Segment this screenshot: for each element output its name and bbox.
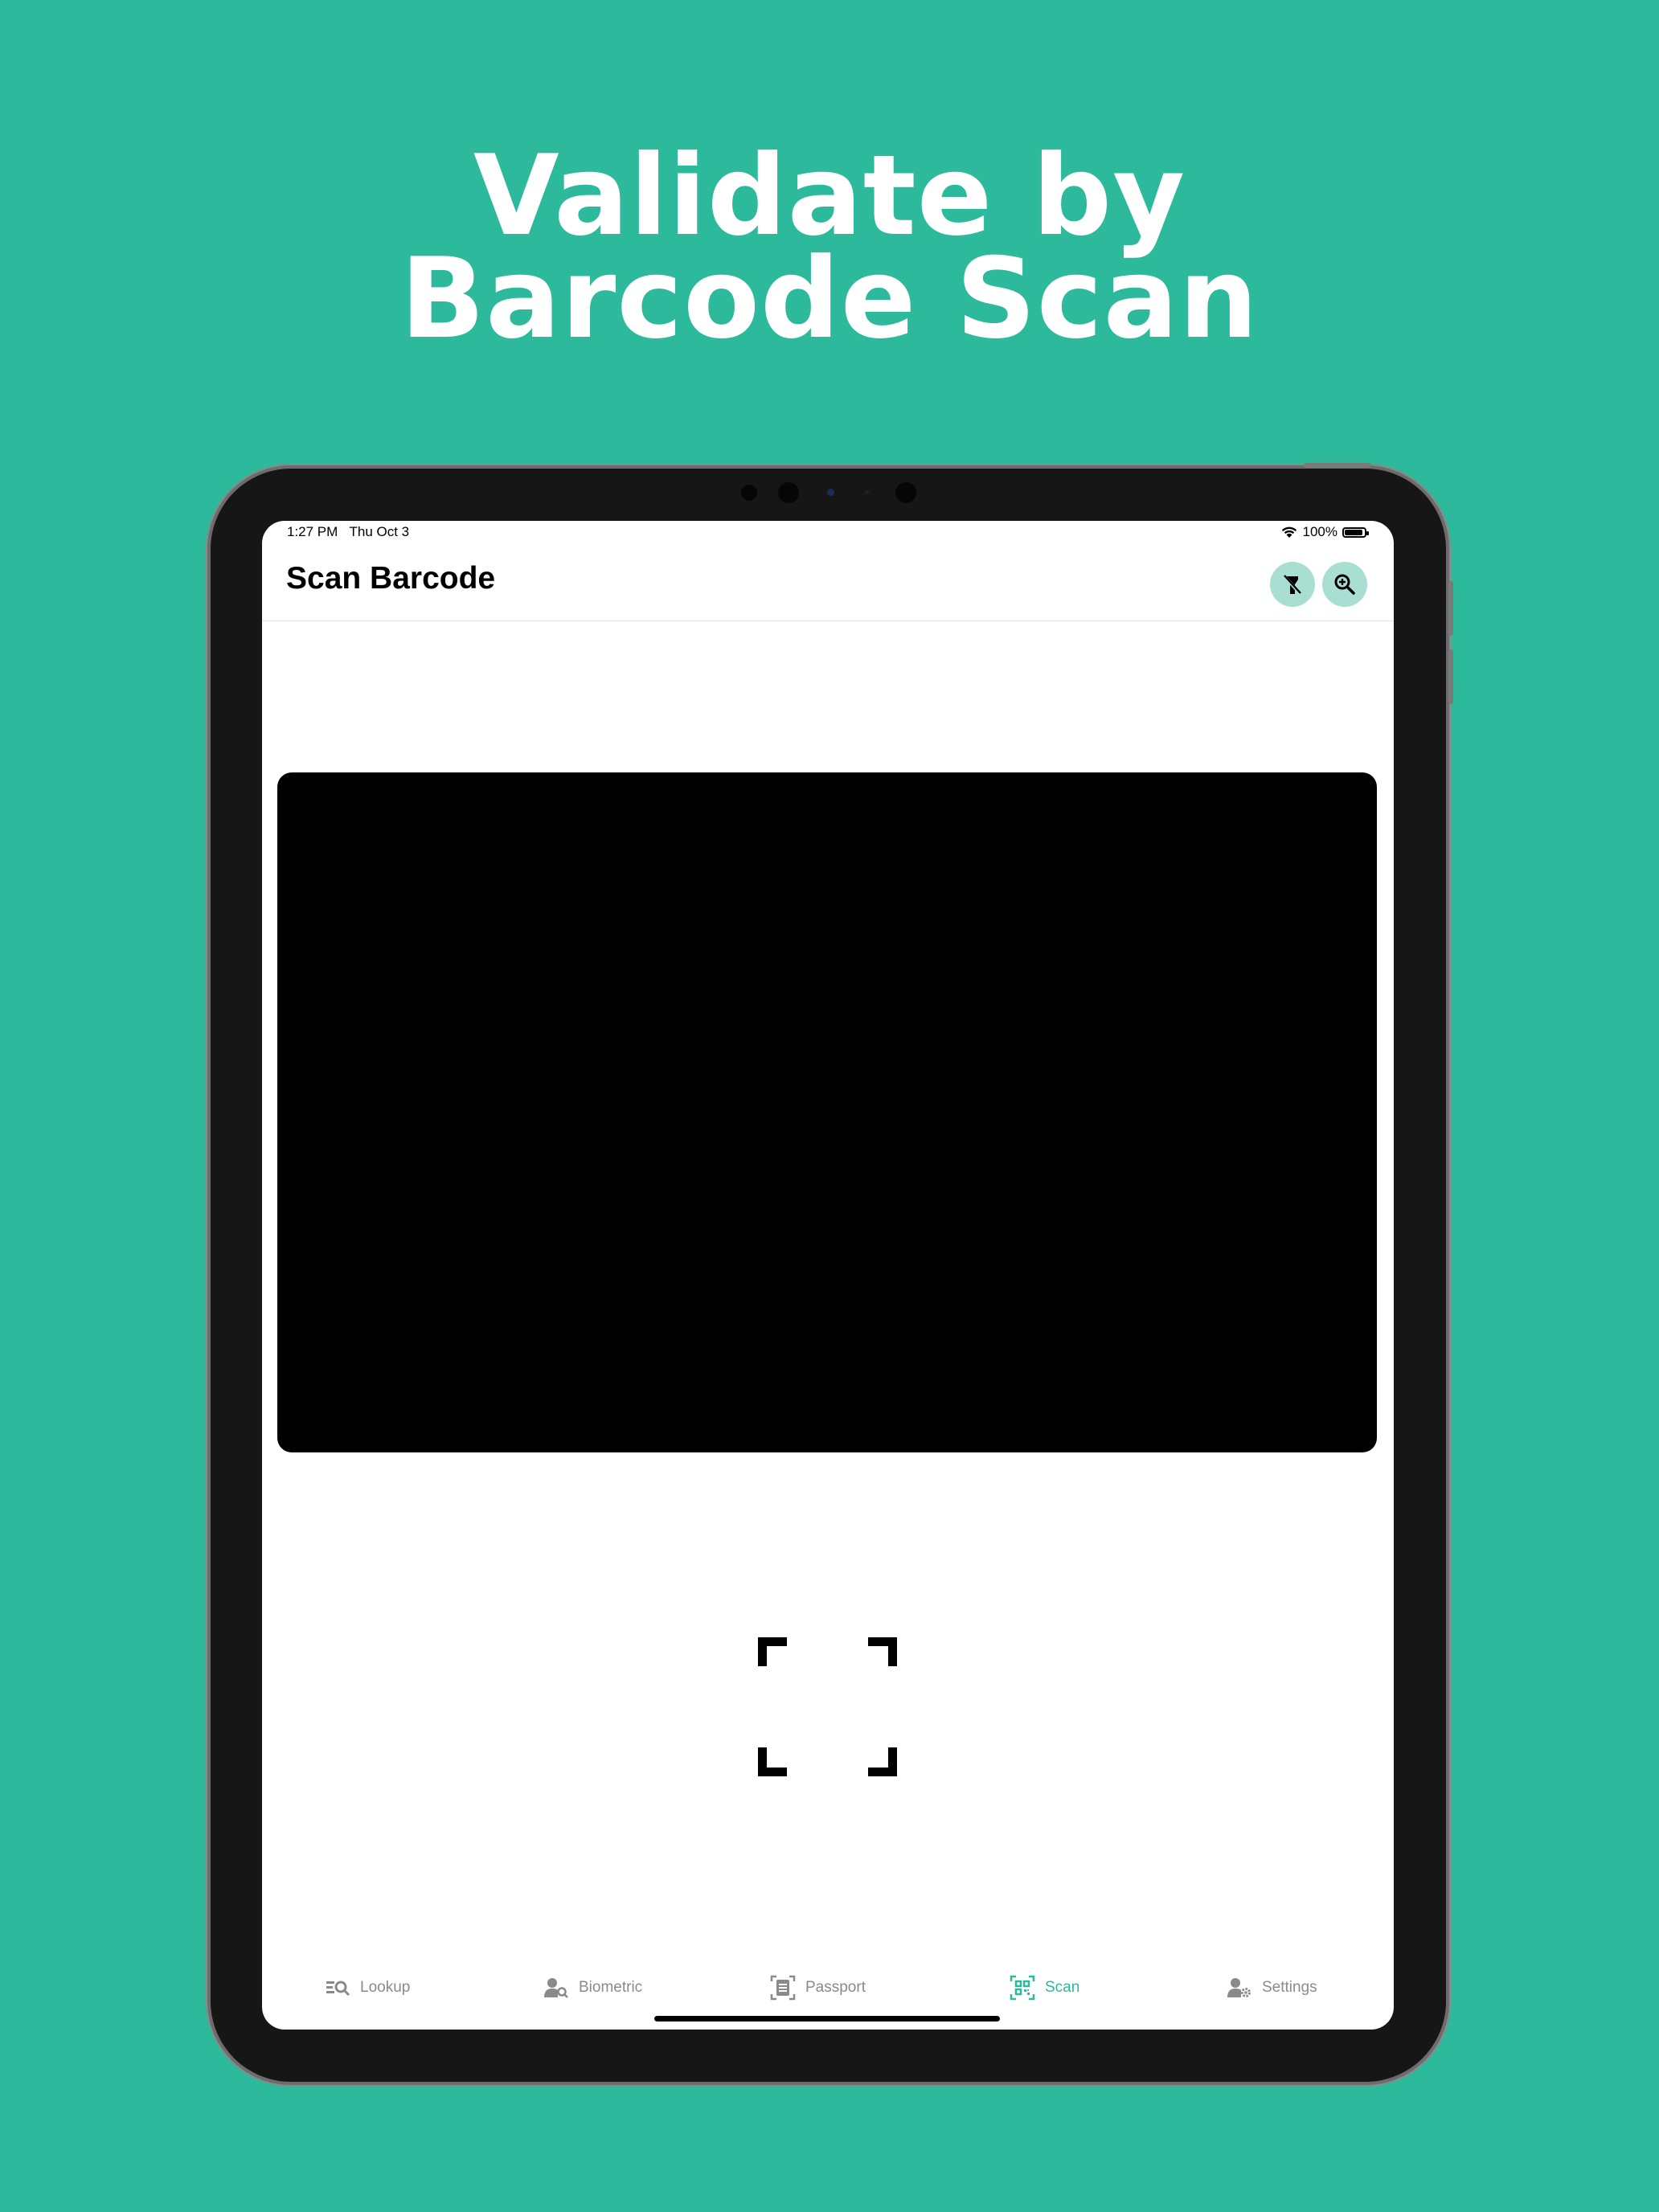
home-indicator[interactable]: [654, 2016, 1000, 2022]
status-time: 1:27 PM Thu Oct 3: [287, 524, 409, 540]
status-time-text: 1:27 PM: [287, 524, 338, 539]
tab-label: Scan: [1045, 1979, 1080, 1996]
flashlight-off-icon: [1284, 575, 1301, 595]
top-button: [1304, 463, 1371, 468]
front-camera: [778, 482, 799, 503]
tab-bar: Lookup Biometric Passport Scan Settings: [262, 1968, 1394, 2008]
promo-headline: Validate by Barcode Scan: [0, 131, 1659, 363]
zoom-button[interactable]: [1322, 562, 1367, 607]
face-id-sensor: [895, 482, 916, 503]
tablet-device: 1:27 PM Thu Oct 3 100% Scan Barcode Look…: [211, 463, 1453, 2082]
sensor-dot: [741, 485, 757, 501]
tab-passport[interactable]: Passport: [770, 1968, 866, 2008]
battery-icon: [1342, 526, 1369, 538]
promo-headline-line-2: Barcode Scan: [400, 234, 1259, 363]
navigation-bar: Scan Barcode: [262, 545, 1394, 621]
app-screen: 1:27 PM Thu Oct 3 100% Scan Barcode Look…: [262, 521, 1394, 2030]
list-search-icon: [326, 1981, 350, 1997]
status-date-text: Thu Oct 3: [349, 524, 410, 539]
scan-frame-icon: [758, 1637, 897, 1776]
wifi-icon: [1281, 526, 1296, 538]
flashlight-button[interactable]: [1270, 562, 1315, 607]
document-scan-icon: [770, 1975, 796, 2001]
camera-indicator: [827, 489, 834, 496]
page-title: Scan Barcode: [286, 561, 496, 596]
person-gear-icon: [1227, 1978, 1251, 1997]
tab-label: Settings: [1262, 1979, 1317, 1996]
promo-headline-line-1: Validate by: [473, 131, 1186, 260]
tab-settings[interactable]: Settings: [1227, 1968, 1317, 2008]
zoom-in-icon: [1334, 574, 1355, 595]
volume-up-button: [1448, 581, 1453, 636]
tab-lookup[interactable]: Lookup: [325, 1968, 410, 2008]
tab-biometric[interactable]: Biometric: [543, 1968, 642, 2008]
volume-down-button: [1448, 649, 1453, 704]
status-bar: 1:27 PM Thu Oct 3 100%: [262, 521, 1394, 545]
tab-label: Lookup: [360, 1979, 411, 1996]
person-search-icon: [544, 1978, 568, 1998]
ambient-sensor: [865, 490, 869, 494]
qr-scan-icon: [1010, 1975, 1035, 2001]
tab-label: Biometric: [579, 1979, 643, 1996]
camera-preview[interactable]: [277, 772, 1377, 1452]
tab-scan[interactable]: Scan: [1010, 1968, 1079, 2008]
tab-label: Passport: [805, 1979, 866, 1996]
status-right: 100%: [1280, 524, 1369, 540]
battery-percent: 100%: [1302, 524, 1337, 539]
battery-level: [1345, 529, 1362, 535]
